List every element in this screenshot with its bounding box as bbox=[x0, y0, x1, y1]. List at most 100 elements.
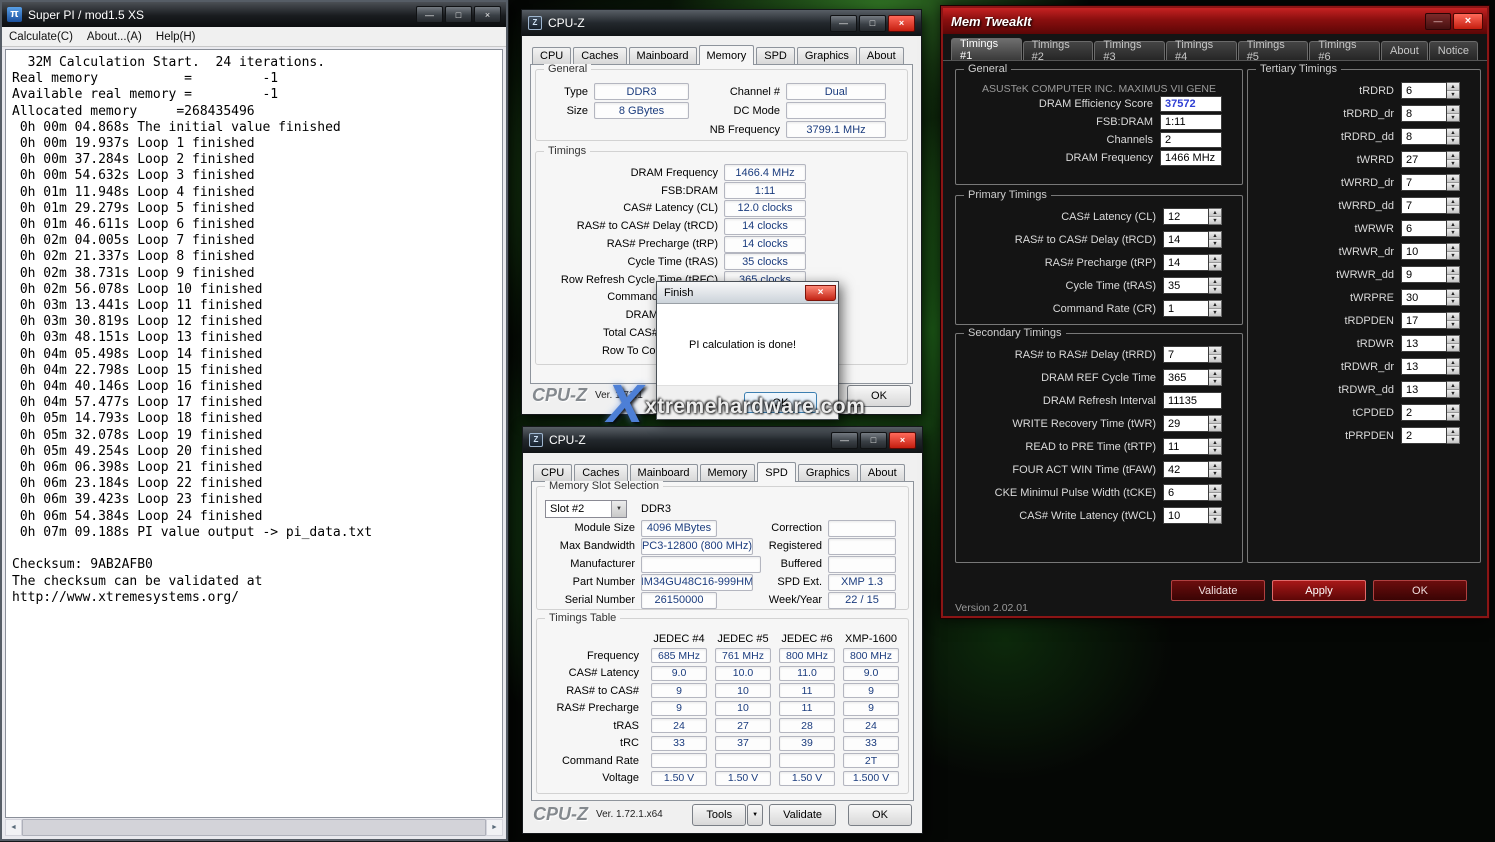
spinner-value[interactable]: 365 bbox=[1163, 369, 1209, 386]
spin-down-icon[interactable]: ▼ bbox=[1209, 516, 1221, 523]
spinner-value[interactable]: 10 bbox=[1401, 243, 1447, 260]
spin-up-icon[interactable]: ▲ bbox=[1447, 359, 1459, 367]
timing-spinner[interactable]: 6 ▲ ▼ bbox=[1163, 484, 1222, 501]
spin-down-icon[interactable]: ▼ bbox=[1447, 114, 1459, 121]
spin-down-icon[interactable]: ▼ bbox=[1209, 263, 1221, 270]
spin-up-icon[interactable]: ▲ bbox=[1447, 106, 1459, 114]
memtweakit-titlebar[interactable]: Mem TweakIt — × bbox=[943, 8, 1487, 34]
spinner-value[interactable]: 7 bbox=[1401, 197, 1447, 214]
spin-up-icon[interactable]: ▲ bbox=[1447, 175, 1459, 183]
ok-button[interactable]: OK bbox=[744, 392, 817, 413]
spinner-value[interactable]: 13 bbox=[1401, 335, 1447, 352]
spin-down-icon[interactable]: ▼ bbox=[1447, 160, 1459, 167]
spinner-value[interactable]: 8 bbox=[1401, 105, 1447, 122]
spin-down-icon[interactable]: ▼ bbox=[1209, 286, 1221, 293]
spin-up-icon[interactable]: ▲ bbox=[1209, 485, 1221, 493]
timing-spinner[interactable]: 8 ▲ ▼ bbox=[1401, 105, 1460, 122]
tab[interactable]: Memory bbox=[699, 45, 755, 65]
superpi-titlebar[interactable]: π Super PI / mod1.5 XS — □ × bbox=[2, 2, 506, 27]
spin-down-icon[interactable]: ▼ bbox=[1447, 390, 1459, 397]
timing-spinner[interactable]: 6 ▲ ▼ bbox=[1401, 220, 1460, 237]
spin-up-icon[interactable]: ▲ bbox=[1209, 301, 1221, 309]
tab[interactable]: SPD bbox=[756, 47, 795, 64]
spin-down-icon[interactable]: ▼ bbox=[1447, 137, 1459, 144]
spinner-value[interactable]: 1 bbox=[1163, 300, 1209, 317]
spinner-value[interactable]: 13 bbox=[1401, 358, 1447, 375]
tab[interactable]: About bbox=[860, 464, 905, 481]
maximize-button[interactable]: □ bbox=[859, 15, 886, 32]
tab[interactable]: Timings #6 bbox=[1309, 41, 1380, 60]
timing-spinner[interactable]: 2 ▲ ▼ bbox=[1401, 427, 1460, 444]
spin-down-icon[interactable]: ▼ bbox=[1209, 424, 1221, 431]
tab[interactable]: Mainboard bbox=[630, 464, 698, 481]
spin-up-icon[interactable]: ▲ bbox=[1209, 462, 1221, 470]
timing-spinner[interactable]: 7 ▲ ▼ bbox=[1401, 174, 1460, 191]
timing-spinner[interactable]: 11 ▲ ▼ bbox=[1163, 438, 1222, 455]
tab[interactable]: Caches bbox=[574, 464, 627, 481]
spin-down-icon[interactable]: ▼ bbox=[1447, 367, 1459, 374]
spin-up-icon[interactable]: ▲ bbox=[1447, 428, 1459, 436]
spin-down-icon[interactable]: ▼ bbox=[1209, 240, 1221, 247]
spinner-value[interactable]: 13 bbox=[1401, 381, 1447, 398]
tab[interactable]: Timings #3 bbox=[1094, 41, 1165, 60]
spin-up-icon[interactable]: ▲ bbox=[1209, 416, 1221, 424]
spinner-value[interactable]: 10 bbox=[1163, 507, 1209, 524]
spinner-value[interactable]: 6 bbox=[1163, 484, 1209, 501]
chevron-down-icon[interactable]: ▼ bbox=[611, 501, 626, 517]
tab[interactable]: About bbox=[1381, 41, 1428, 60]
tab[interactable]: CPU bbox=[532, 47, 571, 64]
spinner-value[interactable]: 11 bbox=[1163, 438, 1209, 455]
timing-spinner[interactable]: 27 ▲ ▼ bbox=[1401, 151, 1460, 168]
timing-spinner[interactable]: 6 ▲ ▼ bbox=[1401, 82, 1460, 99]
close-button[interactable]: × bbox=[805, 285, 836, 301]
tab[interactable]: Caches bbox=[573, 47, 626, 64]
timing-spinner[interactable]: 11135 ▲ ▼ bbox=[1163, 392, 1222, 409]
timing-spinner[interactable]: 7 ▲ ▼ bbox=[1163, 346, 1222, 363]
spin-up-icon[interactable]: ▲ bbox=[1447, 83, 1459, 91]
timing-spinner[interactable]: 13 ▲ ▼ bbox=[1401, 335, 1460, 352]
ok-button[interactable]: OK bbox=[1373, 580, 1467, 601]
tools-button[interactable]: Tools bbox=[692, 804, 746, 826]
close-button[interactable]: × bbox=[474, 6, 501, 23]
spin-down-icon[interactable]: ▼ bbox=[1209, 355, 1221, 362]
timing-spinner[interactable]: 14 ▲ ▼ bbox=[1163, 231, 1222, 248]
spin-down-icon[interactable]: ▼ bbox=[1447, 252, 1459, 259]
ok-button[interactable]: OK bbox=[848, 804, 912, 826]
spinner-value[interactable]: 2 bbox=[1401, 404, 1447, 421]
timing-spinner[interactable]: 1 ▲ ▼ bbox=[1163, 300, 1222, 317]
spin-down-icon[interactable]: ▼ bbox=[1209, 447, 1221, 454]
spinner-value[interactable]: 9 bbox=[1401, 266, 1447, 283]
spin-down-icon[interactable]: ▼ bbox=[1447, 344, 1459, 351]
spinner-value[interactable]: 29 bbox=[1163, 415, 1209, 432]
tab[interactable]: Memory bbox=[700, 464, 756, 481]
ok-button[interactable]: OK bbox=[847, 385, 911, 407]
scroll-left-icon[interactable]: ◄ bbox=[5, 819, 22, 836]
spin-up-icon[interactable]: ▲ bbox=[1209, 439, 1221, 447]
tab[interactable]: About bbox=[859, 47, 904, 64]
finish-titlebar[interactable]: Finish × bbox=[657, 282, 838, 304]
minimize-button[interactable]: — bbox=[830, 15, 857, 32]
tab[interactable]: Timings #4 bbox=[1166, 41, 1237, 60]
tab[interactable]: Notice bbox=[1429, 41, 1478, 60]
close-button[interactable]: × bbox=[1453, 13, 1483, 30]
spin-up-icon[interactable]: ▲ bbox=[1209, 370, 1221, 378]
spinner-value[interactable]: 14 bbox=[1163, 231, 1209, 248]
close-button[interactable]: × bbox=[889, 432, 916, 449]
maximize-button[interactable]: □ bbox=[860, 432, 887, 449]
spinner-value[interactable]: 14 bbox=[1163, 254, 1209, 271]
spin-down-icon[interactable]: ▼ bbox=[1447, 229, 1459, 236]
spin-up-icon[interactable]: ▲ bbox=[1209, 209, 1221, 217]
spinner-value[interactable]: 11135 bbox=[1163, 392, 1222, 409]
timing-spinner[interactable]: 10 ▲ ▼ bbox=[1401, 243, 1460, 260]
spin-down-icon[interactable]: ▼ bbox=[1447, 206, 1459, 213]
spin-down-icon[interactable]: ▼ bbox=[1209, 493, 1221, 500]
spinner-value[interactable]: 6 bbox=[1401, 82, 1447, 99]
spin-down-icon[interactable]: ▼ bbox=[1209, 470, 1221, 477]
validate-button[interactable]: Validate bbox=[1171, 580, 1265, 601]
timing-spinner[interactable]: 9 ▲ ▼ bbox=[1401, 266, 1460, 283]
spin-up-icon[interactable]: ▲ bbox=[1447, 244, 1459, 252]
minimize-button[interactable]: — bbox=[416, 6, 443, 23]
spin-down-icon[interactable]: ▼ bbox=[1447, 183, 1459, 190]
timing-spinner[interactable]: 14 ▲ ▼ bbox=[1163, 254, 1222, 271]
spin-up-icon[interactable]: ▲ bbox=[1447, 152, 1459, 160]
